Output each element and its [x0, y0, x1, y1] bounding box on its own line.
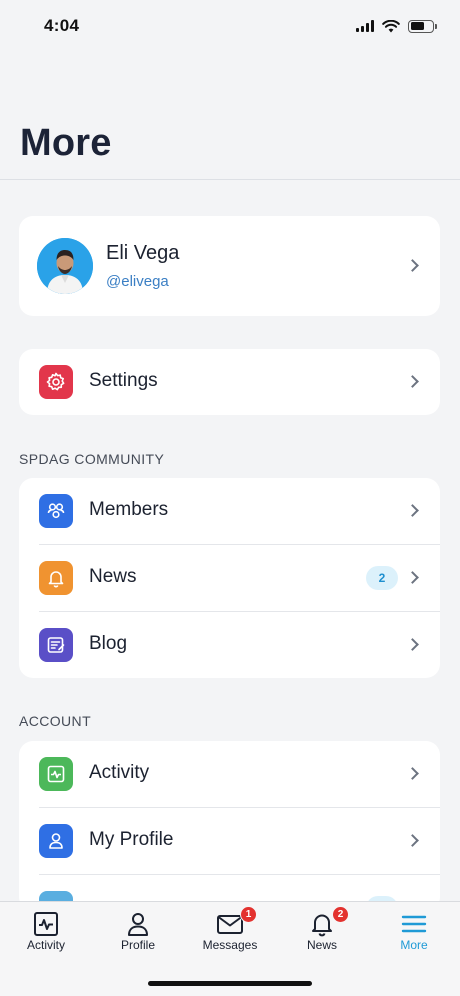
- chevron-right-icon: [406, 504, 419, 517]
- settings-label: Settings: [89, 370, 158, 391]
- tab-label: News: [306, 938, 337, 952]
- tab-activity[interactable]: Activity: [0, 902, 92, 962]
- title-divider: [0, 179, 460, 180]
- chevron-right-icon: [406, 767, 419, 780]
- profile-tab-icon: [128, 913, 148, 936]
- wifi-icon: [382, 19, 400, 32]
- my-profile-row[interactable]: My Profile: [19, 808, 440, 874]
- news-label: News: [89, 566, 137, 587]
- avatar: [37, 238, 93, 294]
- news-count-badge: 2: [366, 566, 398, 590]
- members-icon: [39, 494, 73, 528]
- my-profile-label: My Profile: [89, 829, 174, 850]
- settings-row[interactable]: Settings: [19, 349, 440, 415]
- blog-label: Blog: [89, 633, 128, 654]
- menu-icon: [401, 915, 427, 933]
- tab-label: Messages: [202, 938, 258, 952]
- home-indicator: [148, 981, 312, 986]
- page-title: More: [20, 122, 112, 164]
- activity-tab-icon: [34, 912, 58, 936]
- chevron-right-icon: [406, 834, 419, 847]
- bell-icon: [39, 561, 73, 595]
- gear-icon: [39, 365, 73, 399]
- news-row[interactable]: News 2: [19, 545, 440, 611]
- members-row[interactable]: Members: [19, 478, 440, 544]
- status-icons: [356, 19, 437, 33]
- community-card: Members News 2 Blog: [19, 478, 440, 678]
- status-time: 4:04: [44, 16, 80, 35]
- blog-icon: [39, 628, 73, 662]
- activity-icon: [39, 757, 73, 791]
- tab-news[interactable]: 2 News: [276, 902, 368, 962]
- tab-label: Profile: [120, 938, 155, 952]
- news-tab-badge: 2: [332, 906, 349, 923]
- blog-row[interactable]: Blog: [19, 612, 440, 678]
- activity-label: Activity: [89, 762, 150, 783]
- tab-profile[interactable]: Profile: [92, 902, 184, 962]
- messages-badge: 1: [240, 906, 257, 923]
- chevron-right-icon: [406, 259, 419, 272]
- profile-name: Eli Vega: [106, 242, 180, 264]
- section-header-account: ACCOUNT: [19, 713, 92, 729]
- tab-messages[interactable]: 1 Messages: [184, 902, 276, 962]
- cellular-signal-icon: [356, 20, 374, 32]
- settings-card: Settings: [19, 349, 440, 415]
- section-header-community: SPDAG COMMUNITY: [19, 451, 165, 467]
- user-icon: [39, 824, 73, 858]
- status-bar: 4:04: [0, 0, 460, 52]
- tab-more[interactable]: More: [368, 902, 460, 962]
- battery-icon: [408, 19, 437, 33]
- chevron-right-icon: [406, 638, 419, 651]
- activity-row[interactable]: Activity: [19, 741, 440, 807]
- profile-handle: @elivega: [106, 273, 169, 290]
- chevron-right-icon: [406, 571, 419, 584]
- chevron-right-icon: [406, 375, 419, 388]
- account-card: Activity My Profile: [19, 741, 440, 925]
- tab-label: More: [400, 938, 428, 952]
- members-label: Members: [89, 499, 169, 520]
- profile-card[interactable]: Eli Vega @elivega: [19, 216, 440, 316]
- tab-label: Activity: [26, 938, 65, 952]
